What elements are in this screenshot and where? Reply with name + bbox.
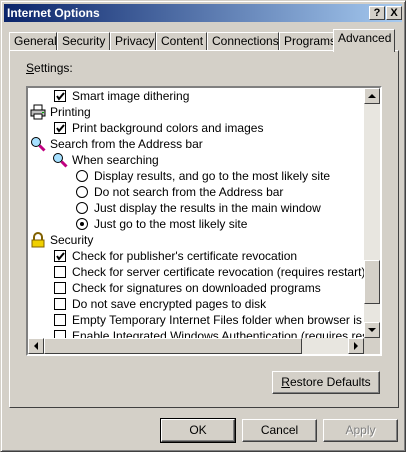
magnifier-icon <box>30 136 46 152</box>
radio-button[interactable] <box>76 218 88 230</box>
setting-label: Security <box>50 233 94 247</box>
settings-list: Smart image dithering Printing Print backg… <box>28 88 364 338</box>
cancel-button[interactable]: Cancel <box>242 419 317 442</box>
internet-options-dialog: Internet Options ? X General Security Pr… <box>0 0 406 452</box>
help-button[interactable]: ? <box>369 6 385 20</box>
radio-button[interactable] <box>76 202 88 214</box>
settings-label-rest: ettings: <box>34 61 73 75</box>
ok-label: OK <box>189 423 207 437</box>
tab-programs[interactable]: Programs <box>279 32 336 51</box>
tab-advanced[interactable]: Advanced <box>333 29 395 52</box>
tab-general[interactable]: General <box>9 32 57 51</box>
close-button[interactable]: X <box>386 6 402 20</box>
window-title: Internet Options <box>7 6 100 20</box>
tab-security[interactable]: Security <box>57 32 110 51</box>
advanced-panel: Settings: Smart image dithering Printing P… <box>9 50 399 408</box>
scroll-left-button[interactable] <box>28 338 44 354</box>
restore-defaults-button[interactable]: Restore Defaults <box>272 371 380 394</box>
setting-label: Empty Temporary Internet Files folder wh… <box>72 313 364 327</box>
settings-listbox[interactable]: Smart image dithering Printing Print backg… <box>26 86 382 356</box>
setting-label: Printing <box>50 105 91 119</box>
checkbox[interactable] <box>54 122 66 134</box>
checkmark-icon <box>56 252 65 261</box>
setting-label: Display results, and go to the most like… <box>94 169 331 183</box>
checkbox[interactable] <box>54 298 66 310</box>
cancel-label: Cancel <box>260 423 299 437</box>
printer-icon <box>30 104 46 120</box>
tab-connections[interactable]: Connections <box>207 32 279 51</box>
scroll-down-button[interactable] <box>364 322 380 338</box>
checkbox[interactable] <box>54 314 66 326</box>
setting-label: Do not search from the Address bar <box>94 185 284 199</box>
setting-label: Check for signatures on downloaded progr… <box>72 281 321 295</box>
apply-label: Apply <box>345 423 376 437</box>
arrow-left-icon <box>34 342 38 350</box>
setting-label: When searching <box>72 153 159 167</box>
restore-defaults-label: Restore Defaults <box>281 375 371 389</box>
checkmark-icon <box>56 124 65 133</box>
horizontal-scroll-thumb[interactable] <box>44 338 302 354</box>
vertical-scroll-thumb[interactable] <box>364 260 380 304</box>
setting-label: Do not save encrypted pages to disk <box>72 297 267 311</box>
apply-button[interactable]: Apply <box>323 419 398 442</box>
tab-content[interactable]: Content <box>156 32 207 51</box>
arrow-right-icon <box>354 342 358 350</box>
checkbox[interactable] <box>54 330 66 338</box>
setting-label: Smart image dithering <box>72 89 190 103</box>
arrow-up-icon <box>368 94 376 98</box>
radio-button[interactable] <box>76 186 88 198</box>
scrollbar-corner <box>364 338 380 354</box>
tab-privacy[interactable]: Privacy <box>110 32 156 51</box>
setting-label: Enable Integrated Windows Authentication… <box>72 329 364 338</box>
setting-label: Print background colors and images <box>72 121 264 135</box>
checkbox[interactable] <box>54 90 66 102</box>
checkbox[interactable] <box>54 250 66 262</box>
scroll-right-button[interactable] <box>348 338 364 354</box>
checkbox[interactable] <box>54 282 66 294</box>
ok-button[interactable]: OK <box>160 418 236 443</box>
horizontal-scrollbar[interactable] <box>28 338 364 354</box>
setting-label: Search from the Address bar <box>50 137 203 151</box>
checkmark-icon <box>56 92 65 101</box>
setting-label: Check for publisher's certificate revoca… <box>72 249 298 263</box>
checkbox[interactable] <box>54 266 66 278</box>
arrow-down-icon <box>368 328 376 332</box>
scroll-up-button[interactable] <box>364 88 380 104</box>
setting-label: Just display the results in the main win… <box>94 201 321 215</box>
setting-label: Just go to the most likely site <box>94 217 248 231</box>
title-bar[interactable]: Internet Options <box>4 4 402 22</box>
setting-label: Check for server certificate revocation … <box>72 265 364 279</box>
vertical-scrollbar[interactable] <box>364 88 380 338</box>
radio-button[interactable] <box>76 170 88 182</box>
lock-icon <box>30 232 46 248</box>
magnifier-icon <box>52 152 68 168</box>
settings-label: Settings: <box>26 61 73 75</box>
